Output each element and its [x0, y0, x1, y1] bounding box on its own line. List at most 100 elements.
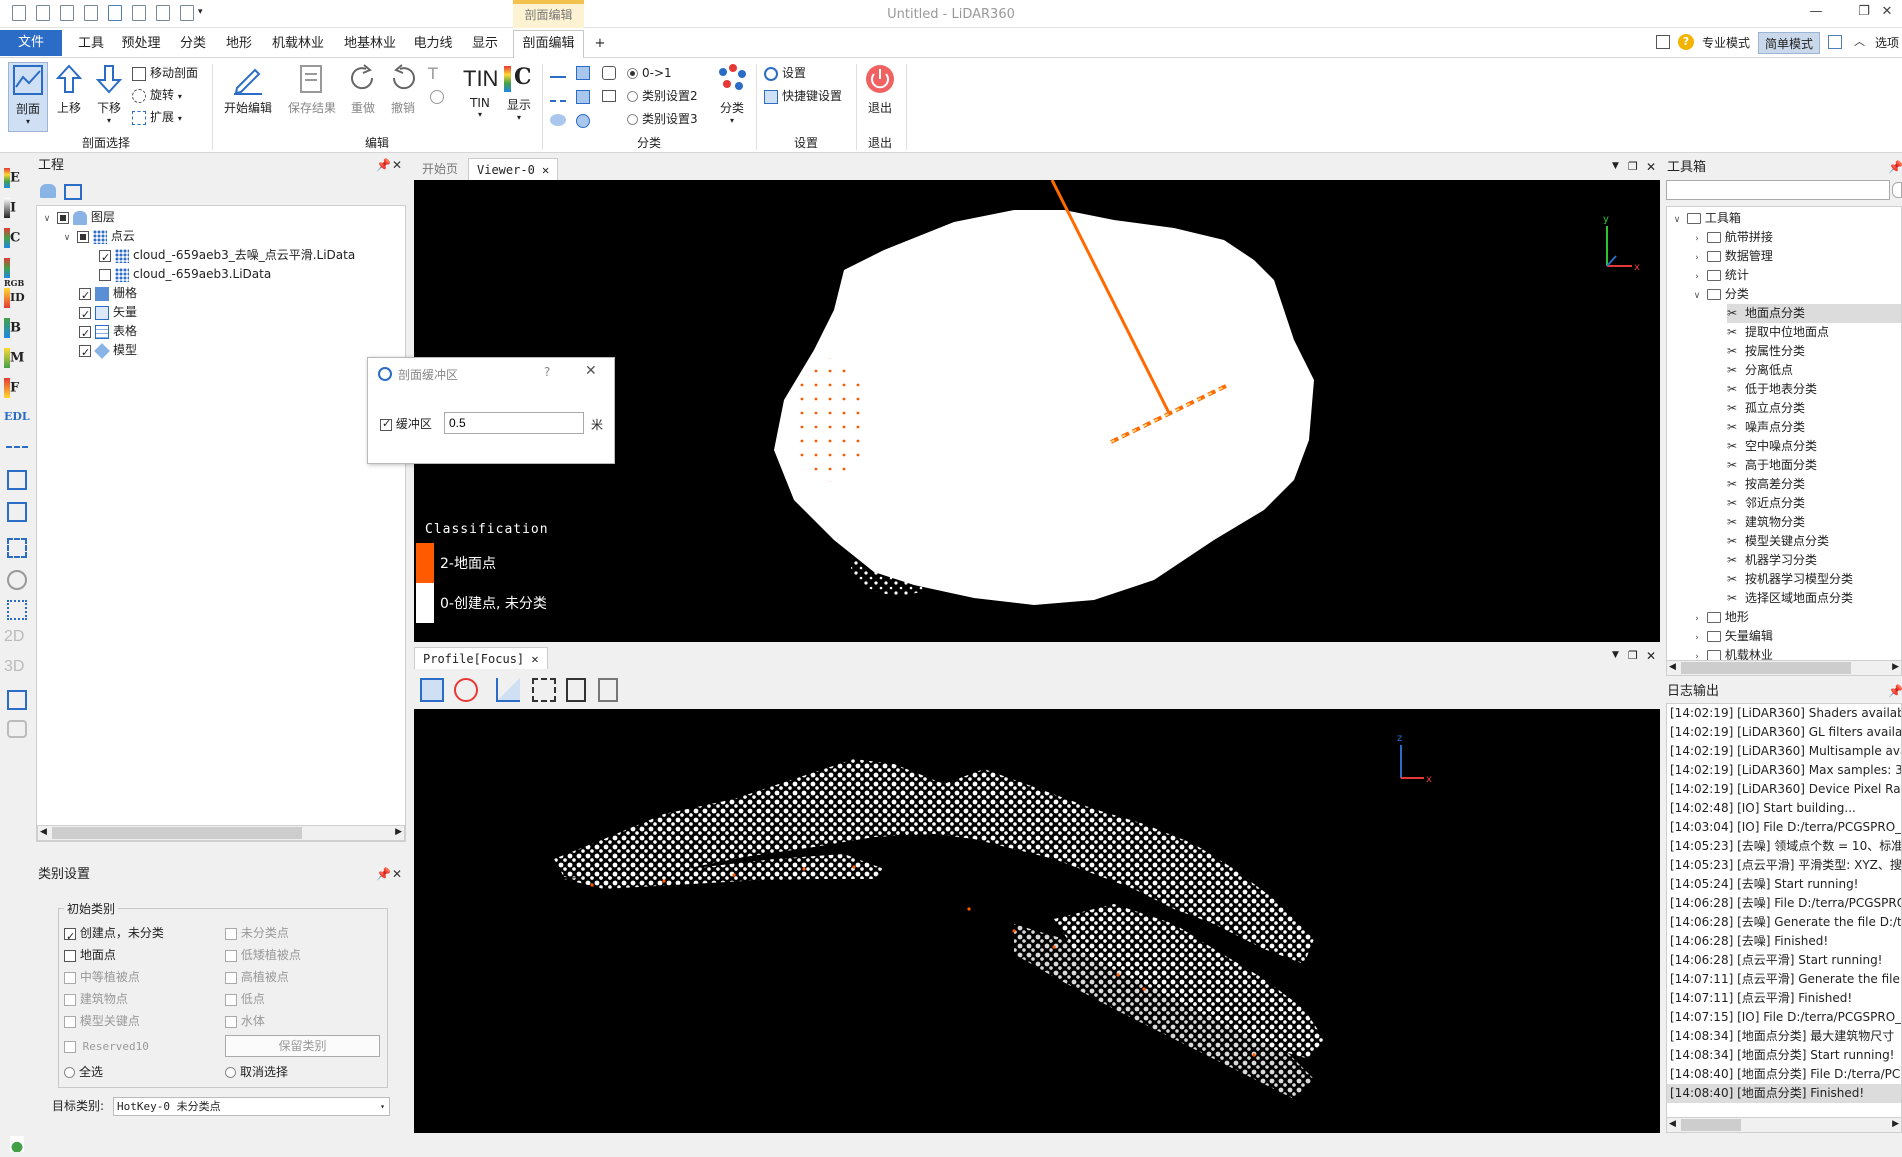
pointcloud-checkbox[interactable]	[76, 230, 89, 243]
toolbox-item[interactable]: ✂ 选择区域地面点分类	[1727, 589, 1853, 608]
class-item-low-veg[interactable]: 低矮植被点	[225, 944, 301, 966]
start-edit-button[interactable]: 开始编辑	[220, 62, 276, 116]
help-icon[interactable]: ?	[1678, 34, 1694, 50]
checkbox[interactable]	[64, 1015, 76, 1028]
close-panel-icon[interactable]: ✕	[392, 158, 402, 172]
log-horizontal-scrollbar[interactable]: ◀ ▶	[1666, 1117, 1902, 1133]
menu-terrain[interactable]: 地形	[224, 29, 254, 59]
save-result-button[interactable]: 保存结果	[284, 62, 340, 116]
toolbox-item[interactable]: ✂ 按机器学习模型分类	[1727, 570, 1853, 589]
class-item-medium-veg[interactable]: 中等植被点	[64, 966, 140, 988]
pin-icon[interactable]: 📌	[1888, 160, 1902, 174]
layer-stack-icon[interactable]	[64, 184, 82, 200]
search-icon[interactable]	[1892, 182, 1902, 198]
file-menu[interactable]: 文件	[0, 30, 62, 56]
intensity-color-button[interactable]: I	[4, 198, 30, 224]
buffer-input[interactable]	[444, 412, 584, 434]
classify-button[interactable]: 分类 ▾	[714, 62, 750, 125]
2d-view-button[interactable]: 2D	[4, 628, 30, 654]
pin-icon[interactable]: 📌	[1888, 684, 1902, 698]
move-profile-button[interactable]: 移动剖面	[132, 62, 198, 84]
checkbox[interactable]	[225, 927, 237, 940]
cube-view-icon[interactable]	[420, 678, 444, 702]
menu-tools[interactable]: 工具	[76, 29, 106, 59]
menu-preprocess[interactable]: 预处理	[120, 29, 162, 59]
tab-menu-icon[interactable]: ▼	[1612, 650, 1619, 660]
tree-horizontal-scrollbar[interactable]: ◀ ▶	[37, 825, 405, 841]
toolbox-group-als-forestry[interactable]: › 机载林业	[1691, 646, 1773, 660]
tree-row-table[interactable]: 表格	[79, 322, 137, 343]
toolbox-item[interactable]: ✂ 低于地表分类	[1727, 380, 1817, 399]
toolbox-search-input[interactable]	[1666, 180, 1890, 200]
minimize-button[interactable]: —	[1800, 4, 1832, 24]
toolbox-group-data[interactable]: › 数据管理	[1691, 247, 1773, 266]
polygon-select-icon[interactable]	[576, 66, 590, 80]
scroll-left-icon[interactable]: ◀	[1669, 1119, 1676, 1129]
close-tab-icon[interactable]: ✕	[531, 652, 538, 666]
float-window-icon[interactable]: ❐	[1628, 160, 1638, 173]
zoom-extent-icon[interactable]	[7, 538, 27, 558]
checkbox[interactable]	[225, 1015, 237, 1028]
move-up-button[interactable]: 上移	[52, 62, 86, 116]
deselect-radio[interactable]: 取消选择	[225, 1061, 288, 1083]
rgb-color-button[interactable]: RGB	[4, 258, 30, 288]
mixed-color-button[interactable]: M	[4, 348, 30, 374]
tree-row-pointcloud[interactable]: ∨ 点云	[61, 227, 135, 246]
undo-button[interactable]: 撤销	[386, 62, 420, 116]
close-panel-icon[interactable]: ✕	[392, 867, 402, 881]
pro-mode-button[interactable]: 专业模式	[1702, 32, 1750, 54]
display-button[interactable]: C 显示 ▾	[502, 62, 536, 122]
profile-button[interactable]: 剖面 ▾	[8, 62, 48, 132]
options-menu[interactable]: 选项	[1875, 32, 1899, 54]
menu-als-forestry[interactable]: 机载林业	[270, 29, 326, 59]
target-class-select[interactable]: HotKey-0 未分类点 ▾	[113, 1097, 390, 1116]
menu-classify[interactable]: 分类	[178, 29, 208, 59]
measure-line-icon[interactable]	[6, 446, 28, 448]
keep-class-button[interactable]: 保留类别	[225, 1035, 380, 1057]
rotate-view-icon[interactable]	[7, 570, 27, 590]
class-item-low-point[interactable]: 低点	[225, 988, 265, 1010]
menu-tls-forestry[interactable]: 地基林业	[342, 29, 398, 59]
quick-access-dropdown-icon[interactable]: ▾	[198, 7, 203, 17]
chevron-down-icon[interactable]: ∨	[41, 210, 53, 229]
checkbox[interactable]	[64, 993, 76, 1006]
toolbox-item[interactable]: ✂ 地面点分类	[1727, 304, 1901, 323]
shortcut-settings-button[interactable]: 快捷键设置	[764, 85, 842, 107]
pointcloud-profile-view[interactable]: z x	[414, 709, 1660, 1133]
toolbox-group-strip[interactable]: › 航带拼接	[1691, 228, 1773, 247]
3d-view-button[interactable]: 3D	[4, 658, 30, 684]
toolbox-item[interactable]: ✂ 提取中位地面点	[1727, 323, 1829, 342]
class-item-water[interactable]: 水体	[225, 1010, 265, 1032]
scroll-right-icon[interactable]: ▶	[1892, 662, 1899, 672]
raster-checkbox[interactable]	[79, 286, 91, 305]
menu-profile-edit[interactable]: 剖面编辑	[513, 30, 584, 58]
close-tab-icon[interactable]: ✕	[542, 163, 549, 177]
dialog-help-button[interactable]: ?	[544, 365, 550, 379]
open-folder-icon[interactable]	[108, 5, 122, 21]
layer-add-icon[interactable]	[40, 184, 56, 198]
toolbox-item[interactable]: ✂ 空中噪点分类	[1727, 437, 1817, 456]
scroll-right-icon[interactable]: ▶	[1892, 1119, 1899, 1129]
cube-top-icon[interactable]	[7, 470, 27, 490]
layers-checkbox[interactable]	[56, 211, 69, 224]
close-viewer-icon[interactable]: ✕	[1646, 160, 1656, 174]
cloud-select-icon[interactable]	[550, 114, 566, 126]
class-option-3[interactable]: 类别设置3	[627, 108, 698, 130]
tree-row-layers[interactable]: ∨ 图层	[41, 208, 115, 227]
toolbox-group-vector-edit[interactable]: › 矢量编辑	[1691, 627, 1773, 646]
new-file-icon[interactable]	[12, 5, 26, 21]
blend-color-button[interactable]: B	[4, 318, 30, 344]
chevron-down-icon[interactable]: ∨	[1671, 211, 1683, 230]
class-option-2[interactable]: 类别设置2	[627, 85, 698, 107]
close-window-button[interactable]: ✕	[1872, 4, 1902, 24]
checkbox[interactable]	[64, 1041, 76, 1053]
tree-row-file1[interactable]: cloud_-659aeb3_去噪_点云平滑.LiData	[99, 246, 355, 267]
lasso-select-icon[interactable]	[602, 66, 616, 80]
toolbox-item[interactable]: ✂ 建筑物分类	[1727, 513, 1805, 532]
model-checkbox[interactable]	[79, 343, 91, 362]
move-down-button[interactable]: 下移 ▾	[92, 62, 126, 125]
circle-select-icon[interactable]	[576, 114, 590, 128]
cube-front-icon[interactable]	[7, 502, 27, 522]
checkbox[interactable]	[64, 949, 76, 962]
toolbox-root[interactable]: ∨ 工具箱	[1671, 209, 1741, 228]
